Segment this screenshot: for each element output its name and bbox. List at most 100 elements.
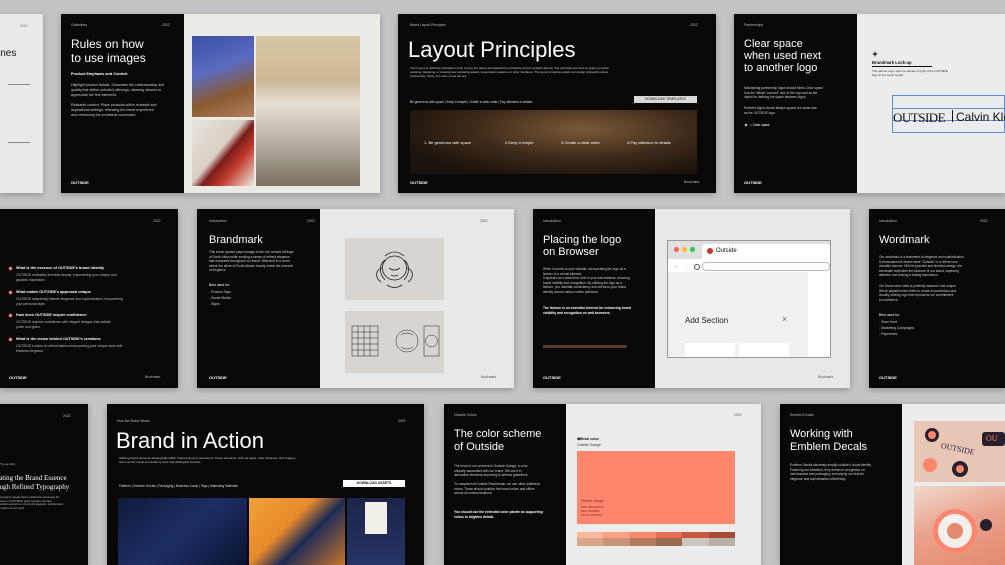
slide-typography[interactable]: 2022 Typography eating the Brand Essence… [0,404,88,565]
paragraph: Maintaining partnership logos should fol… [744,86,824,100]
minimize-window-icon[interactable] [682,247,687,252]
clear-space-icon [872,51,878,57]
uses-title: Best used for: [209,283,230,287]
page-number: 2022 [980,219,988,223]
section-label: How the Brand Works [117,419,150,423]
slide-brand-in-action[interactable]: How the Brand Works 2022 Brand in Action… [107,404,424,565]
close-icon[interactable]: × [782,314,787,324]
slide-title: Brandmark [209,234,263,246]
download-assets-button[interactable]: DOWNLOAD ASSETS [343,480,405,487]
use-item: - Social Media [209,296,231,300]
footer-label: Bookmark [818,375,834,379]
description: The heart of our universe is Outside Ora… [454,464,529,478]
palette-swatch [577,538,604,546]
browser-window[interactable]: Outside ← → Add Section × [667,240,831,358]
close-window-icon[interactable] [674,247,679,252]
logo-wordmark: OUTSIDE [744,180,762,185]
faq-question: What is the vision behind OUTSIDE's crea… [16,337,101,341]
highlight-text: The favicon is an essential element for … [543,306,631,315]
bullet-icon [8,266,13,271]
slide-title: Clear space when used next to another lo… [744,38,822,74]
description: Typography speaks about a distinctive ex… [0,496,64,510]
highlight-text: You should use the extended color palett… [454,510,543,519]
outside-logo: OUTSIDE [893,110,946,125]
faq-question: How does OUTSIDE inspire confidence [16,313,87,317]
maximize-window-icon[interactable] [690,247,695,252]
logo-wordmark: OUTSIDE [879,375,897,380]
forward-arrow-icon[interactable]: → [683,263,688,269]
divider [8,84,30,85]
legend-label: = Clear space [750,123,770,127]
page-number: 2022 [398,419,406,423]
download-templates-button[interactable]: DOWNLOAD TEMPLATES [634,96,697,103]
slide-title: Brand in Action [116,428,264,453]
slide-clear-space[interactable]: Partnerships Clear space when used next … [734,14,1005,193]
logo-wordmark: OUTSIDE [71,180,89,185]
description: Utilizing brand elements strategically w… [119,456,296,465]
faq-question: What is the essence of OUTSIDE's brand i… [16,266,105,270]
slide-page: 2022 [20,24,28,28]
slide-layout-principles[interactable]: Brand Layout Principles 2022 Layout Prin… [398,14,716,193]
photo-heels [192,120,254,186]
brochure-page [365,502,387,534]
logo-wordmark: OUTSIDE [209,375,227,380]
description: To complement Outside Peach/main, we use… [454,482,540,496]
clear-space-icon [744,123,748,127]
bullet-icon [8,290,13,295]
principle-step: 2.Keep it simple [505,140,534,145]
woman-emblem-icon [376,251,413,288]
section-label: Introduction [543,219,561,223]
description: Our wordmark is a testament to elegance … [879,255,965,278]
swatch-values: RGB 255/133/108 HEX: #FF856C CMYK: 0/55/… [581,505,604,517]
palette-swatch [603,538,630,546]
section-label: Outside Colors [454,413,477,417]
principle-step: 3.Create a clear order [561,140,600,145]
partner-logo: Calvin Klein [956,110,1005,124]
principle-links[interactable]: Be generous with space | Keep it simple … [410,100,532,104]
use-item: - Product Tags [209,290,231,294]
palette-swatch [708,538,735,546]
swatch-name: Outside Orange [581,499,604,503]
slide-partial-left-top[interactable]: 2022 ines [0,14,43,193]
section-label: Emblem Decals [790,413,814,417]
asset-links[interactable]: Patterns | Emblem Decals | Packaging | B… [119,484,238,488]
description: Our brand word mark is perfectly balance… [879,284,957,302]
brandmark-construction-card [345,311,444,373]
divider [872,66,932,67]
bullet-icon [8,337,13,342]
slide-title: Placing the logo on Browser [543,234,622,258]
slide-color-scheme[interactable]: Outside Colors The color scheme of Outsi… [444,404,761,565]
slide-logo-browser[interactable]: Introduction 2022 Placing the logo on Br… [533,209,850,388]
slide-title: The color scheme of Outside [454,428,542,453]
slide-brandmark[interactable]: Introduction 2022 Brandmark This iconic … [197,209,514,388]
reload-icon[interactable] [694,264,700,270]
description: Emblem Decals discreetly amplify outside… [790,463,872,481]
page-number: 2022 [480,219,488,223]
page-number: 2022 [63,414,71,418]
back-arrow-icon[interactable]: ← [674,263,679,269]
slide-title: Wordmark [879,234,930,246]
photo-model-tweed [256,36,360,186]
faq-answer: OUTSIDE seamlessly blends elegance and s… [16,297,123,306]
page-number: 2022 [734,413,742,417]
slide-rules-images[interactable]: Guidelines 2022 Rules on how to use imag… [61,14,380,193]
lockup-separator [952,110,953,122]
slide-title: Rules on how to use images [71,37,146,65]
use-item: - Signs [209,302,220,306]
color-name: Outside Orange [577,443,601,447]
faq-answer: OUTSIDE's vision is refined fashion empo… [16,344,123,353]
description: When it comes to your website, incorpora… [543,267,630,294]
section-label: Partnerships [744,23,764,27]
photo-tags [249,498,345,565]
slide-emblem-decals[interactable]: Emblem Decals Working with Emblem Decals… [780,404,1005,565]
slide-brand-faq[interactable]: 2022 What is the essence of OUTSIDE's br… [0,209,178,388]
content-card [739,343,789,357]
address-bar[interactable] [702,262,830,271]
logo-wordmark: OUTSIDE [543,375,561,380]
description: There are four definitive principles to … [410,66,610,79]
slide-title: Layout Principles [408,37,576,62]
slide-wordmark[interactable]: Introduction 2022 Wordmark Our wordmark … [869,209,1005,388]
page-number: 2022 [307,219,315,223]
uses-title: Best used for: [879,313,900,317]
divider [8,142,30,143]
